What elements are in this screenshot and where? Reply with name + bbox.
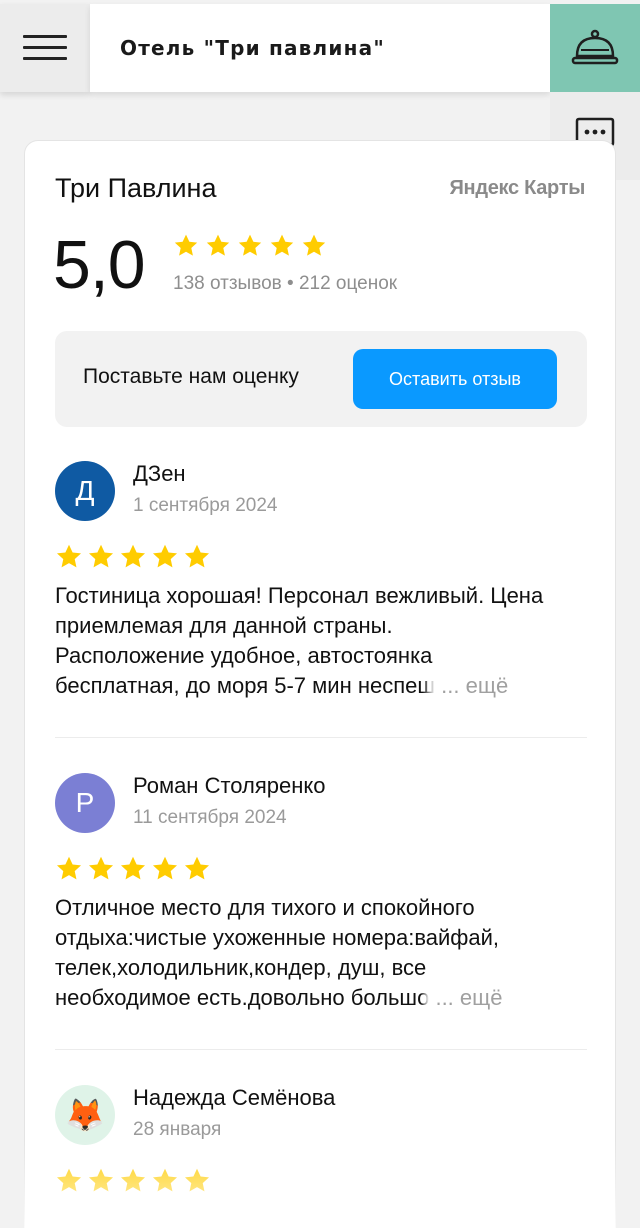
- show-more-link[interactable]: ... ещё: [441, 673, 508, 698]
- review-text-line: отдыха:чистые ухоженные номера:вайфай,: [55, 925, 500, 950]
- avatar: 🦊: [55, 1085, 115, 1145]
- reception-button[interactable]: [550, 4, 640, 92]
- avatar: Д: [55, 461, 115, 521]
- organization-name: Три Павлина: [55, 173, 217, 203]
- top-bar: Отель "Три павлина": [0, 0, 640, 92]
- review-text-fade: о: [417, 985, 430, 1010]
- menu-button[interactable]: [0, 4, 90, 92]
- review-date: 11 сентября 2024: [133, 807, 287, 828]
- rating-stars: [173, 233, 333, 264]
- rate-us-text: Поставьте нам оценку: [83, 365, 299, 388]
- star-icon: [238, 234, 262, 256]
- review-text-line: Гостиница хорошая! Персонал вежливый. Це…: [55, 583, 544, 608]
- rate-us-box: Поставьте нам оценку Оставить отзыв: [55, 331, 587, 427]
- leave-review-button[interactable]: Оставить отзыв: [353, 349, 557, 409]
- review-text-line: Расположение удобное, автостоянка: [55, 643, 433, 668]
- star-icon: [174, 234, 198, 256]
- review-author[interactable]: Роман Столяренко: [133, 773, 326, 799]
- hamburger-menu-icon: [23, 35, 67, 61]
- review-text-line: бесплатная, до моря 5-7 мин неспеш ... е…: [55, 671, 595, 701]
- review-text-line: приемлемая для данной страны.: [55, 613, 393, 638]
- star-icon: [56, 856, 82, 880]
- avatar-letter: Р: [75, 787, 95, 818]
- review-text-last: бесплатная, до моря 5-7 мин неспе: [55, 673, 418, 698]
- divider: [55, 737, 587, 738]
- review-author[interactable]: Надежда Семёнова: [133, 1085, 335, 1111]
- review-date: 1 сентября 2024: [133, 495, 278, 516]
- review-text-fade: ш: [417, 673, 436, 698]
- rating-counts: 138 отзывов • 212 оценок: [173, 273, 398, 294]
- header-title-box: Отель "Три павлина": [90, 4, 550, 92]
- review-text: Гостиница хорошая! Персонал вежливый. Це…: [55, 581, 595, 701]
- star-icon: [270, 234, 294, 256]
- reception-bell-icon: [571, 29, 619, 65]
- star-icon: [184, 856, 210, 880]
- review-stars: [55, 543, 215, 576]
- review-text-line: телек,холодильник,кондер, душ, все: [55, 955, 427, 980]
- page-title: Отель "Три павлина": [120, 36, 385, 60]
- review-text: Отличное место для тихого и спокойного о…: [55, 893, 595, 1013]
- star-icon: [152, 856, 178, 880]
- avatar: Р: [55, 773, 115, 833]
- star-icon: [56, 544, 82, 568]
- star-icon: [120, 856, 146, 880]
- review-text-line: необходимое есть.довольно большо ... ещё: [55, 983, 595, 1013]
- yandex-maps-link[interactable]: Яндекс Карты: [449, 177, 585, 200]
- review-text-last: необходимое есть.довольно больш: [55, 985, 418, 1010]
- star-icon: [184, 544, 210, 568]
- show-more-link[interactable]: ... ещё: [435, 985, 502, 1010]
- review-date: 28 января: [133, 1119, 222, 1140]
- star-icon: [88, 856, 114, 880]
- star-icon: [302, 234, 326, 256]
- star-icon: [120, 544, 146, 568]
- fox-emoji-icon: 🦊: [65, 1097, 105, 1133]
- review-stars: [55, 855, 215, 888]
- star-icon: [206, 234, 230, 256]
- rating-value: 5,0: [53, 227, 146, 303]
- reviews-widget: Три Павлина Яндекс Карты 5,0 138 отзывов…: [24, 140, 616, 1228]
- avatar-letter: Д: [75, 475, 95, 506]
- star-icon: [152, 544, 178, 568]
- bottom-fade: [24, 1140, 616, 1228]
- review-author[interactable]: ДЗен: [133, 461, 186, 487]
- review-text-line: Отличное место для тихого и спокойного: [55, 895, 475, 920]
- star-icon: [88, 544, 114, 568]
- divider: [55, 1049, 587, 1050]
